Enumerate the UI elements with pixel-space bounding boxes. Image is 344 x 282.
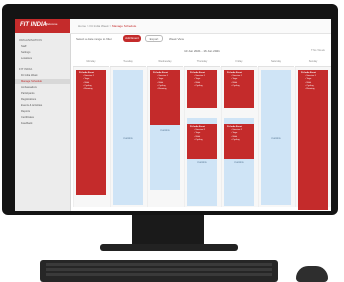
keyboard <box>40 260 278 282</box>
toolbar: Select a date range to filter Add Event … <box>70 33 331 45</box>
day-header: Saturday <box>258 60 294 67</box>
week-view-toggle[interactable]: Week View <box>169 37 184 41</box>
available-slot-label: Available <box>271 136 281 140</box>
breadcrumb-section[interactable]: Fit India Week <box>89 24 108 28</box>
event-line: • Cycling <box>194 84 203 87</box>
this-week-button[interactable]: This Week <box>311 48 325 52</box>
app-screen: FIT INDIA Welcome ORGANISATION Staff Set… <box>15 19 331 211</box>
top-bar: Home > Fit India Week > Manage Schedule <box>70 19 331 34</box>
sidebar-item-feedback[interactable]: Feedback <box>15 121 70 126</box>
sidebar-item-staff[interactable]: Staff <box>15 44 70 49</box>
mouse <box>296 266 328 282</box>
available-slot-label: Available <box>197 161 207 164</box>
event-line: • Cycling <box>194 138 203 141</box>
toolbar-label: Select a date range to filter <box>76 37 112 41</box>
event-line: • Running <box>305 88 315 91</box>
app-logo: FIT INDIA <box>20 22 47 28</box>
key-row <box>46 273 272 276</box>
sidebar-item-reports[interactable]: Reports <box>15 109 70 114</box>
event-line: • Cycling <box>231 138 240 141</box>
key-row <box>46 268 272 271</box>
monitor-stand-foot <box>100 244 238 251</box>
available-slot[interactable]: Available <box>113 70 143 205</box>
event-card[interactable]: Fit India Event • Session 1 • Yoga • Walk • … <box>150 70 180 125</box>
add-event-button[interactable]: Add Event <box>123 35 141 42</box>
sidebar-item-registrations[interactable]: Registrations <box>15 97 70 102</box>
sidebar-item-certificates[interactable]: Certificates <box>15 115 70 120</box>
available-slot-label: Available <box>123 136 133 140</box>
day-header: Thursday <box>184 60 220 67</box>
event-card[interactable]: Fit India Event • Session 1 • Yoga • Walk • … <box>76 70 106 195</box>
event-card[interactable]: Fit India Event • Session 2 • Yoga • Walk • … <box>187 124 217 159</box>
day-header: Sunday <box>295 60 331 67</box>
sidebar-item-events[interactable]: Events & Activities <box>15 103 70 108</box>
key-row <box>46 263 272 266</box>
sidebar-item-ambassadors[interactable]: Ambassadors <box>15 85 70 90</box>
sidebar-item-participants[interactable]: Participants <box>15 91 70 96</box>
event-card[interactable]: Fit India Event • Session 1 • Yoga • Walk • … <box>298 70 328 210</box>
event-line: • Running <box>83 88 93 91</box>
day-header: Friday <box>221 60 257 67</box>
event-card[interactable]: Fit India Event • Session 1 • Yoga • Walk • … <box>187 70 217 108</box>
sidebar: FIT INDIA Welcome ORGANISATION Staff Set… <box>15 19 71 211</box>
welcome-tag: Welcome <box>45 22 58 26</box>
available-slot[interactable]: Available <box>261 70 291 205</box>
event-card[interactable]: Fit India Event • Session 1 • Yoga • Walk • … <box>224 70 254 108</box>
calendar: 10 Jun 2021 - 16 Jun 2021 This Week Mond… <box>73 46 331 211</box>
event-line: • Running <box>157 88 167 91</box>
sidebar-item-fit-india-week[interactable]: Fit India Week <box>15 73 70 78</box>
available-slot-label: Available <box>234 161 244 164</box>
day-header: Wednesday <box>147 60 183 67</box>
sidebar-item-locations[interactable]: Locations <box>15 56 70 61</box>
logo-bar: FIT INDIA Welcome <box>15 19 70 33</box>
breadcrumb-separator: > <box>109 24 112 28</box>
monitor-frame: FIT INDIA Welcome ORGANISATION Staff Set… <box>2 4 338 215</box>
date-range: 10 Jun 2021 - 16 Jun 2021 <box>184 49 220 53</box>
event-card[interactable]: Fit India Event • Session 2 • Yoga • Walk • … <box>224 124 254 159</box>
available-slot-label: Available <box>160 129 170 132</box>
export-button[interactable]: Export <box>145 35 163 42</box>
breadcrumb-home[interactable]: Home <box>78 24 86 28</box>
event-line: • Cycling <box>231 84 240 87</box>
sidebar-section-fit-india: FIT INDIA <box>19 67 33 71</box>
day-header: Tuesday <box>110 60 146 67</box>
day-header: Monday <box>73 60 109 67</box>
breadcrumb: Home > Fit India Week > Manage Schedule <box>78 24 136 28</box>
breadcrumb-current: Manage Schedule <box>112 24 137 28</box>
sidebar-section-organisation: ORGANISATION <box>19 38 42 42</box>
sidebar-item-manage-schedule[interactable]: Manage Schedule <box>15 79 70 84</box>
sidebar-item-settings[interactable]: Settings <box>15 50 70 55</box>
monitor-stand-neck <box>132 215 204 244</box>
